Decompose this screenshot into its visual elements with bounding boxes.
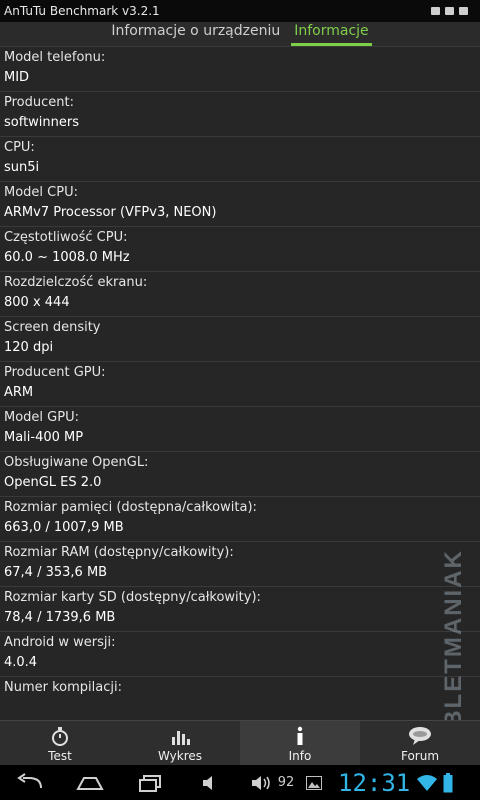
info-value: MID (4, 70, 30, 85)
maximize-icon[interactable] (445, 7, 454, 15)
info-value: 67,4 / 353,6 MB (4, 565, 108, 580)
bottom-nav: Test Wykres Info Forum (0, 720, 480, 766)
recent-apps-button[interactable] (120, 773, 180, 793)
stopwatch-icon (49, 725, 71, 747)
info-row: Model telefonu: MID (0, 47, 480, 92)
info-label: Screen density (4, 320, 101, 335)
info-row: Model CPU: ARMv7 Processor (VFPv3, NEON) (0, 182, 480, 227)
minimize-icon[interactable] (431, 7, 440, 15)
chat-bubble-icon (407, 725, 433, 747)
info-label: CPU: (4, 140, 35, 155)
info-value: 663,0 / 1007,9 MB (4, 520, 124, 535)
nav-chart-label: Wykres (157, 749, 202, 763)
info-row: Model GPU: Mali-400 MP (0, 407, 480, 452)
volume-up-button[interactable]: 92 (240, 773, 304, 793)
tab-bar: Informacje o urządzeniu Informacje (0, 22, 480, 47)
info-label: Numer kompilacji: (4, 680, 122, 695)
info-value: ARMv7 Processor (VFPv3, NEON) (4, 205, 217, 220)
tab-device-info[interactable]: Informacje o urządzeniu (108, 22, 283, 43)
speaker-loud-icon (251, 775, 270, 790)
info-row: Screen density 120 dpi (0, 317, 480, 362)
info-row: CPU: sun5i (0, 137, 480, 182)
app-title: AnTuTu Benchmark v3.2.1 (4, 4, 160, 18)
nav-test[interactable]: Test (0, 721, 120, 766)
info-row: Producent: softwinners (0, 92, 480, 137)
title-bar: AnTuTu Benchmark v3.2.1 (0, 0, 480, 22)
info-value: OpenGL ES 2.0 (4, 475, 102, 490)
back-button[interactable] (0, 772, 60, 793)
info-value: 120 dpi (4, 340, 54, 355)
volume-level: 92 (277, 775, 295, 790)
nav-test-label: Test (48, 749, 72, 763)
nav-chart[interactable]: Wykres (120, 721, 240, 766)
info-row: Android w wersji: 4.0.4 (0, 632, 480, 677)
home-icon (76, 776, 104, 790)
volume-down-button[interactable] (180, 773, 240, 793)
home-button[interactable] (60, 773, 120, 793)
tab-info[interactable]: Informacje (291, 22, 372, 46)
info-row: Numer kompilacji: (0, 677, 480, 720)
back-arrow-icon (17, 772, 42, 788)
info-value: 60.0 ~ 1008.0 MHz (4, 250, 130, 265)
info-label: Model GPU: (4, 410, 79, 425)
nav-forum-label: Forum (400, 749, 440, 763)
info-value: 800 x 444 (4, 295, 70, 310)
system-bar: 92 12:31 (0, 765, 480, 800)
info-label: Android w wersji: (4, 635, 116, 650)
battery-icon (443, 772, 453, 792)
info-label: Model telefonu: (4, 50, 106, 65)
info-row: Rozmiar RAM (dostępny/całkowity): 67,4 / … (0, 542, 480, 587)
clock: 12:31 (338, 768, 411, 797)
nav-forum[interactable]: Forum (360, 721, 480, 766)
info-label: Rozmiar pamięci (dostępna/całkowita): (4, 500, 257, 515)
bar-chart-icon (169, 725, 191, 747)
info-label: Model CPU: (4, 185, 78, 200)
info-value: ARM (4, 385, 34, 400)
info-value: 78,4 / 1739,6 MB (4, 610, 116, 625)
info-value: sun5i (4, 160, 40, 175)
info-icon (289, 725, 311, 747)
speaker-icon (203, 775, 212, 790)
info-label: Rozmiar karty SD (dostępny/całkowity): (4, 590, 261, 605)
info-row: Częstotliwość CPU: 60.0 ~ 1008.0 MHz (0, 227, 480, 272)
info-label: Częstotliwość CPU: (4, 230, 128, 245)
info-label: Producent: (4, 95, 74, 110)
info-row: Producent GPU: ARM (0, 362, 480, 407)
image-icon (306, 775, 322, 790)
nav-info[interactable]: Info (240, 721, 360, 766)
info-label: Rozdzielczość ekranu: (4, 275, 148, 290)
recent-apps-icon (139, 774, 161, 792)
info-value: Mali-400 MP (4, 430, 84, 445)
info-row: Obsługiwane OpenGL: OpenGL ES 2.0 (0, 452, 480, 497)
info-value: 4.0.4 (4, 655, 38, 670)
info-value: softwinners (4, 115, 80, 130)
window-controls (431, 7, 480, 15)
info-label: Rozmiar RAM (dostępny/całkowity): (4, 545, 234, 560)
info-row: Rozmiar pamięci (dostępna/całkowita): 663… (0, 497, 480, 542)
wifi-icon (417, 774, 438, 791)
info-row: Rozmiar karty SD (dostępny/całkowity): 78… (0, 587, 480, 632)
info-label: Producent GPU: (4, 365, 106, 380)
info-list[interactable]: Model telefonu: MID Producent: softwinners… (0, 47, 480, 720)
info-label: Obsługiwane OpenGL: (4, 455, 149, 470)
close-icon[interactable] (459, 7, 468, 15)
info-row: Rozdzielczość ekranu: 800 x 444 (0, 272, 480, 317)
nav-info-label: Info (288, 749, 312, 763)
